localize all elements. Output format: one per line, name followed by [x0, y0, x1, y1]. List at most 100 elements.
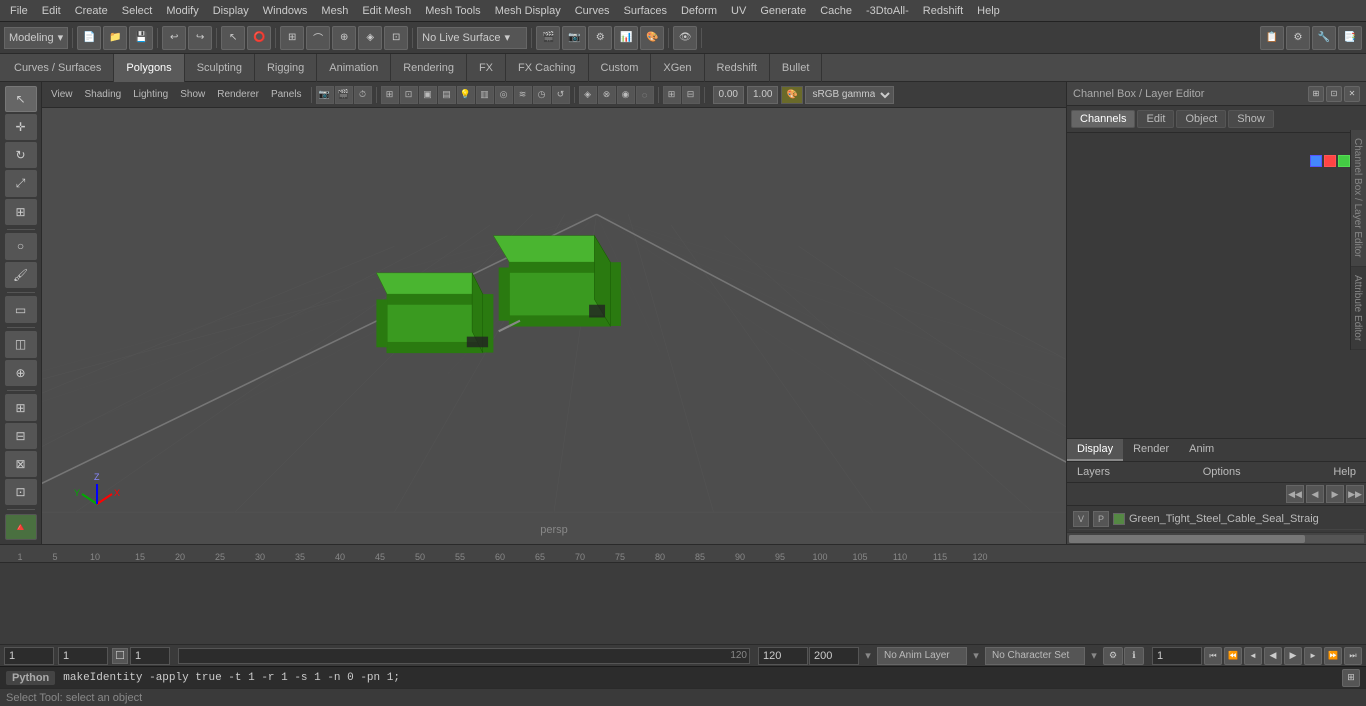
quick-layout-4[interactable]: ⊡: [5, 479, 37, 505]
shading-menu[interactable]: Shading: [80, 87, 127, 102]
play-fwd-btn[interactable]: ▶: [1284, 647, 1302, 665]
vp-depth-btn[interactable]: ◷: [533, 86, 551, 104]
mode-dropdown[interactable]: Modeling ▾: [4, 27, 68, 49]
save-file-btn[interactable]: 💾: [129, 26, 153, 50]
channel-box-tab-channels[interactable]: Channels: [1071, 110, 1135, 128]
lighting-menu[interactable]: Lighting: [128, 87, 173, 102]
vp-motion-blur-btn[interactable]: ≋: [514, 86, 532, 104]
vp-iso-btn[interactable]: ◌: [636, 86, 654, 104]
vp-poly-btn[interactable]: ◈: [579, 86, 597, 104]
char-set-dropdown[interactable]: No Character Set: [985, 647, 1085, 665]
layer-tab-display[interactable]: Display: [1067, 439, 1123, 461]
anim-layer-arrow[interactable]: ▾: [968, 648, 984, 664]
lasso-tool-btn[interactable]: ⭕: [247, 26, 271, 50]
menu-3dtoll[interactable]: -3DtoAll-: [860, 3, 915, 19]
renderer-menu[interactable]: Renderer: [212, 87, 264, 102]
layer-step-fwd-btn[interactable]: ▶: [1326, 485, 1344, 503]
marquee-sel-btn[interactable]: ▭: [5, 296, 37, 322]
channel-box-btn[interactable]: 📋: [1260, 26, 1284, 50]
scale-tool-btn[interactable]: ⤢: [5, 170, 37, 196]
origin-btn[interactable]: 🔺: [5, 514, 37, 540]
menu-deform[interactable]: Deform: [675, 3, 723, 19]
vp-rivet-btn[interactable]: ⊗: [598, 86, 616, 104]
tab-fx[interactable]: FX: [467, 54, 506, 82]
menu-curves[interactable]: Curves: [569, 3, 616, 19]
channel-box-tab-show[interactable]: Show: [1228, 110, 1274, 128]
vp-ao-btn[interactable]: ◎: [495, 86, 513, 104]
menu-mesh-tools[interactable]: Mesh Tools: [419, 3, 486, 19]
play-back-btn[interactable]: ◀: [1264, 647, 1282, 665]
vp-light-btn[interactable]: 💡: [457, 86, 475, 104]
menu-help[interactable]: Help: [971, 3, 1006, 19]
tab-fx-caching[interactable]: FX Caching: [506, 54, 588, 82]
panel-resize-btn[interactable]: ⊞: [1308, 86, 1324, 102]
render-btn[interactable]: 🎬: [536, 26, 560, 50]
char-set-info[interactable]: ℹ: [1124, 647, 1144, 665]
layers-menu[interactable]: Layers: [1071, 464, 1116, 480]
xray-btn[interactable]: 👁: [673, 26, 697, 50]
layer-prev-btn[interactable]: ◀◀: [1286, 485, 1304, 503]
total-frames-field[interactable]: 200: [809, 647, 859, 665]
first-frame-btn[interactable]: ⏮: [1204, 647, 1222, 665]
layer-tab-render[interactable]: Render: [1123, 439, 1179, 461]
menu-display[interactable]: Display: [207, 3, 255, 19]
live-surface-dropdown[interactable]: No Live Surface ▾: [417, 27, 527, 49]
panels-menu[interactable]: Panels: [266, 87, 307, 102]
tab-custom[interactable]: Custom: [589, 54, 652, 82]
undo-btn[interactable]: ↩: [162, 26, 186, 50]
ruler-track[interactable]: 1 5 10 15 20 25 30 35 40 45 50 55 60 65 …: [0, 545, 1366, 562]
vp-time-btn[interactable]: ⏱: [354, 86, 372, 104]
hypershade-btn[interactable]: 🎨: [640, 26, 664, 50]
panel-close-btn[interactable]: ✕: [1344, 86, 1360, 102]
next-key-btn[interactable]: ⏩: [1324, 647, 1342, 665]
tool-settings-btn[interactable]: 🔧: [1312, 26, 1336, 50]
char-set-arrow[interactable]: ▾: [1086, 648, 1102, 664]
channel-box-edge-tab[interactable]: Channel Box / Layer Editor: [1351, 130, 1366, 267]
rotate-tool-btn[interactable]: ↻: [5, 142, 37, 168]
select-tool-btn-left[interactable]: ↖: [5, 86, 37, 112]
frame-field-3[interactable]: 1: [130, 647, 170, 665]
select-tool-btn[interactable]: ↖: [221, 26, 245, 50]
show-menu[interactable]: Show: [175, 87, 210, 102]
vp-hud-btn[interactable]: ⊟: [682, 86, 700, 104]
char-set-edit[interactable]: ⚙: [1103, 647, 1123, 665]
quick-layout-2[interactable]: ⊟: [5, 423, 37, 449]
vp-wireframe-btn[interactable]: ⊡: [400, 86, 418, 104]
help-menu[interactable]: Help: [1327, 464, 1362, 480]
menu-windows[interactable]: Windows: [257, 3, 314, 19]
menu-select[interactable]: Select: [116, 3, 159, 19]
quick-layout-1[interactable]: ⊞: [5, 394, 37, 420]
tab-rendering[interactable]: Rendering: [391, 54, 467, 82]
attr-editor-edge-tab[interactable]: Attribute Editor: [1351, 267, 1366, 350]
last-frame-btn[interactable]: ⏭: [1344, 647, 1362, 665]
open-file-btn[interactable]: 📁: [103, 26, 127, 50]
time-range-btn[interactable]: ▾: [860, 648, 876, 664]
menu-mesh-display[interactable]: Mesh Display: [489, 3, 567, 19]
menu-redshift[interactable]: Redshift: [917, 3, 969, 19]
layer-scroll-thumb[interactable]: [1069, 535, 1305, 543]
menu-uv[interactable]: UV: [725, 3, 752, 19]
attr-editor-btn[interactable]: ⚙: [1286, 26, 1310, 50]
layer-step-back-btn[interactable]: ◀: [1306, 485, 1324, 503]
menu-create[interactable]: Create: [69, 3, 114, 19]
layer-playback-btn[interactable]: P: [1093, 511, 1109, 527]
prev-frame-btn[interactable]: ◄: [1244, 647, 1262, 665]
vp-sel-highlight[interactable]: ⊞: [381, 86, 399, 104]
color-profile-select[interactable]: sRGB gamma: [805, 86, 894, 104]
snap-curve-btn[interactable]: ⌒: [306, 26, 330, 50]
vp-smooth-btn[interactable]: ▣: [419, 86, 437, 104]
timeline-track[interactable]: [0, 563, 1366, 644]
timeline-ruler[interactable]: 1 5 10 15 20 25 30 35 40 45 50 55 60 65 …: [0, 545, 1366, 563]
vp-texture-btn[interactable]: ▤: [438, 86, 456, 104]
tab-polygons[interactable]: Polygons: [114, 54, 184, 82]
view-menu[interactable]: View: [46, 87, 78, 102]
tab-animation[interactable]: Animation: [317, 54, 391, 82]
layer-scrollbar[interactable]: [1067, 532, 1366, 544]
tab-sculpting[interactable]: Sculpting: [185, 54, 255, 82]
panel-float-btn[interactable]: ⊡: [1326, 86, 1342, 102]
snap-together-btn[interactable]: ⊕: [5, 360, 37, 386]
move-tool-btn[interactable]: ✛: [5, 114, 37, 140]
menu-generate[interactable]: Generate: [754, 3, 812, 19]
vp-camera-btn[interactable]: 📷: [316, 86, 334, 104]
frame-field-2[interactable]: 1: [58, 647, 108, 665]
